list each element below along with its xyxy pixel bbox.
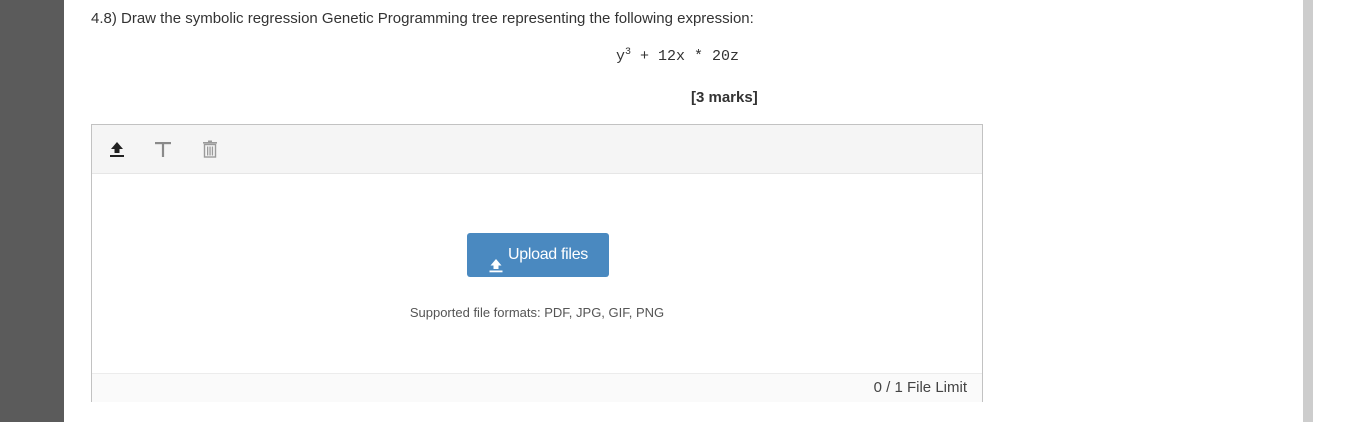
- file-upload-widget: Upload files Supported file formats: PDF…: [91, 124, 983, 402]
- text-icon[interactable]: [152, 138, 174, 160]
- left-gutter: [0, 0, 64, 422]
- math-expression: y3 + 12x * 20z: [616, 48, 739, 66]
- upload-files-button[interactable]: Upload files: [467, 233, 609, 277]
- expression-rest: + 12x * 20z: [631, 48, 740, 65]
- upload-button-label: Upload files: [507, 246, 588, 263]
- upload-footer: 0 / 1 File Limit: [92, 373, 982, 402]
- marks-label: [3 marks]: [691, 89, 758, 106]
- right-scroll-divider: [1303, 0, 1313, 422]
- upload-icon: [488, 247, 504, 273]
- question-text: 4.8) Draw the symbolic regression Geneti…: [91, 10, 754, 27]
- trash-icon[interactable]: [199, 138, 221, 160]
- upload-icon[interactable]: [106, 138, 128, 160]
- supported-formats-text: Supported file formats: PDF, JPG, GIF, P…: [409, 305, 665, 320]
- upload-toolbar: [92, 125, 982, 174]
- file-limit-counter: 0 / 1 File Limit: [873, 379, 967, 396]
- expression-base: y: [616, 48, 626, 65]
